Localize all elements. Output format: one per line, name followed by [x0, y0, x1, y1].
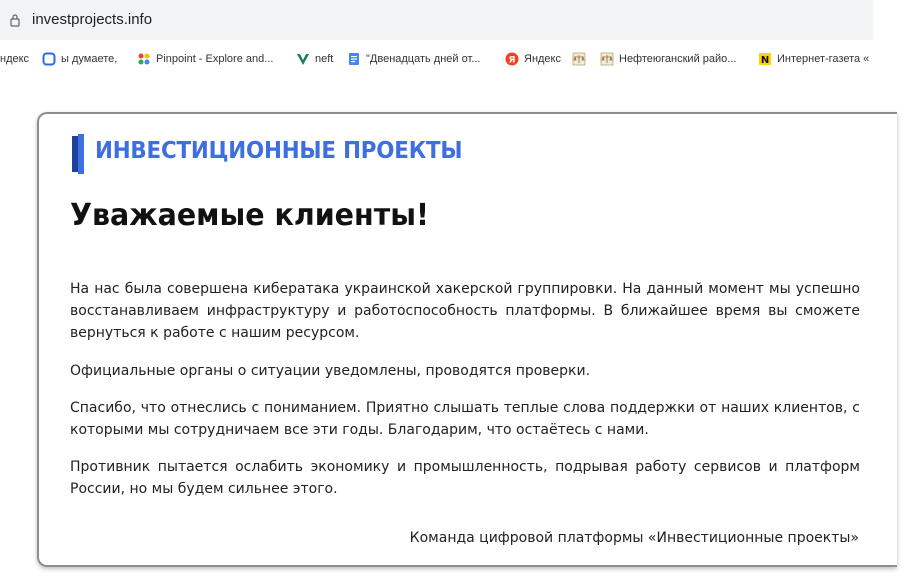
yandex-icon: Я	[505, 52, 519, 66]
paragraph-adversary: Противник пытается ослабить экономику и …	[70, 459, 860, 497]
scales-icon	[600, 52, 614, 66]
n-logo-icon: N	[759, 53, 771, 66]
bookmark-scales[interactable]	[572, 50, 591, 68]
scales-icon	[572, 52, 586, 66]
bookmark-neft[interactable]: neft	[296, 50, 333, 68]
pinpoint-icon	[138, 53, 150, 65]
paragraph-authorities: Официальные органы о ситуации уведомлены…	[70, 363, 591, 379]
bookmark-yandex[interactable]: Я Яндекс	[505, 50, 561, 68]
bookmark-pinpoint[interactable]: Pinpoint - Explore and...	[137, 50, 273, 68]
page-title: Уважаемые клиенты!	[70, 198, 429, 233]
address-bar[interactable]: investprojects.info	[0, 0, 873, 40]
bookmark-yandex-partial[interactable]: ндекс	[0, 50, 29, 68]
square-outline-icon	[42, 52, 56, 66]
site-logo-text[interactable]: ИНВЕСТИЦИОННЫЕ ПРОЕКТЫ	[95, 138, 463, 164]
svg-text:N: N	[761, 55, 769, 66]
paragraph-thanks: Спасибо, что отнеслись с пониманием. При…	[70, 400, 860, 438]
bookmark-internet-gazeta[interactable]: N Интернет-газета «	[758, 50, 869, 68]
svg-text:Я: Я	[509, 56, 516, 66]
notice-card: ИНВЕСТИЦИОННЫЕ ПРОЕКТЫ Уважаемые клиенты…	[37, 112, 897, 567]
signature: Команда цифровой платформы «Инвестиционн…	[409, 530, 859, 546]
url-text[interactable]: investprojects.info	[32, 11, 152, 28]
paragraph-cyberattack: На нас была совершена кибератака украинс…	[70, 281, 860, 341]
lock-icon[interactable]	[10, 13, 20, 27]
v-logo-icon	[297, 54, 309, 65]
bookmarks-bar: ндекс ы думаете, Pinpoint - Explore and.…	[0, 44, 873, 74]
bookmark-dvenadtsat-dney[interactable]: "Двенадцать дней от...	[347, 50, 480, 68]
bookmark-nefteyuganskiy[interactable]: Нефтеюганский райо...	[600, 50, 736, 68]
logo-bar-icon	[72, 134, 84, 174]
doc-icon	[349, 53, 359, 65]
bookmark-vy-dumaete[interactable]: ы думаете,	[42, 50, 117, 68]
